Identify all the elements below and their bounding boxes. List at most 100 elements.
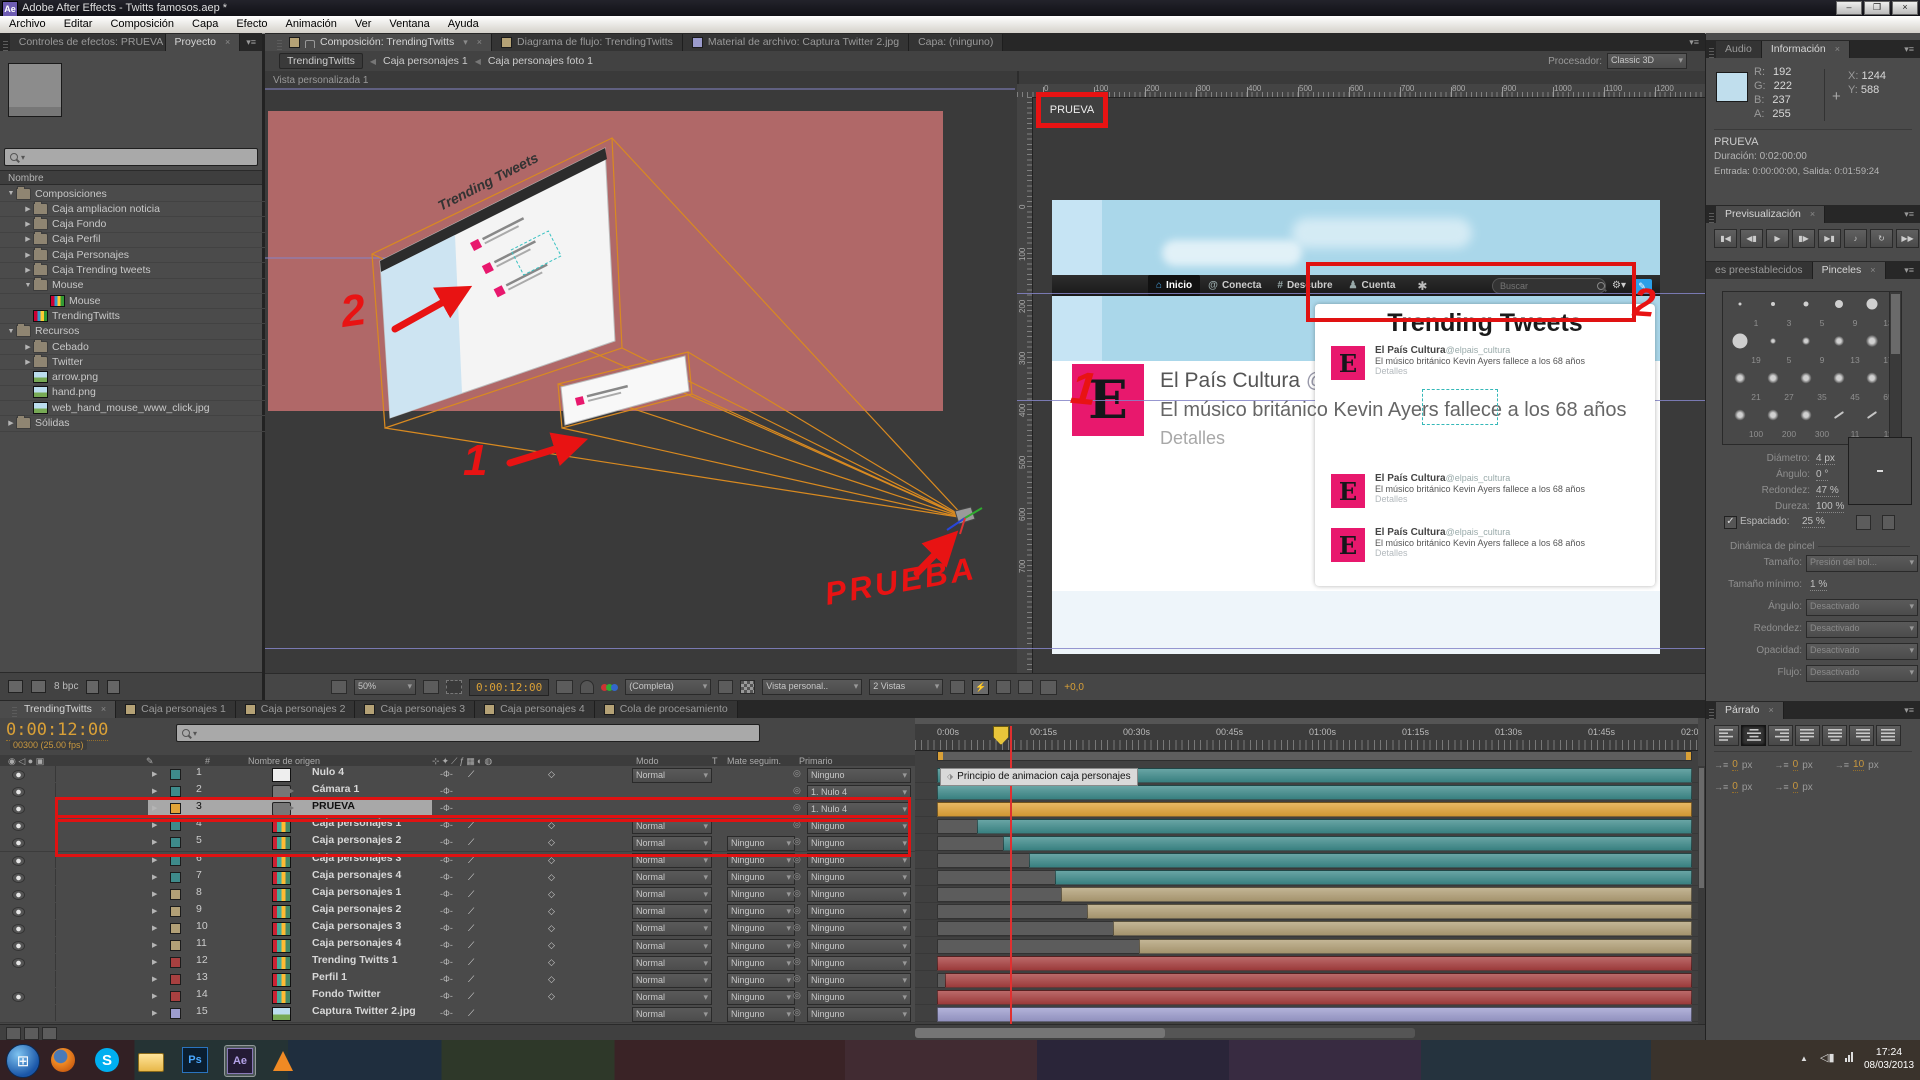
twirl-icon[interactable]: ▼ <box>6 328 16 335</box>
layer-row-11[interactable]: ▶11Caja personajes 4-Ф-⟋◇Normal▾Ninguno▾… <box>0 937 915 955</box>
parent-pickwhip-icon[interactable]: ◎ <box>793 990 801 1001</box>
layer-duration-bar[interactable] <box>1055 870 1692 885</box>
show-snapshot-icon[interactable] <box>580 680 594 694</box>
tweet-avatar[interactable]: E <box>1331 346 1365 380</box>
layer-duration-bar[interactable] <box>937 785 1692 800</box>
project-item-caja-trending-tweets[interactable]: ▶Caja Trending tweets <box>0 263 285 279</box>
layer-twirl-icon[interactable]: ▶ <box>152 941 157 949</box>
renderer-dropdown[interactable]: Classic 3D▾ <box>1607 53 1687 69</box>
resolution-dropdown[interactable]: (Completa)▾ <box>625 679 711 695</box>
pencil-icon[interactable]: ⟋ <box>468 940 474 951</box>
menu-editar[interactable]: Editar <box>55 16 102 33</box>
brush-prop-value[interactable]: 100 % <box>1816 501 1844 513</box>
layer-row-12[interactable]: ▶12Trending Twitts 1-Ф-⟋◇Normal▾Ninguno▾… <box>0 954 915 972</box>
layer-row-9[interactable]: ▶9Caja personajes 2-Ф-⟋◇Normal▾Ninguno▾◎… <box>0 903 915 921</box>
layer-row-1[interactable]: ▶1Nulo 4-Ф-⟋◇Normal▾◎Ninguno▾ <box>0 766 915 784</box>
eye-icon[interactable] <box>12 873 25 883</box>
brush-preset-11[interactable]: 11 <box>1855 403 1888 440</box>
column-matte[interactable]: Mate seguim. <box>727 756 781 766</box>
layer-color-chip[interactable] <box>170 906 181 917</box>
timeline-button-icon[interactable] <box>996 680 1011 694</box>
layer-twirl-icon[interactable]: ▶ <box>152 992 157 1000</box>
layer-name[interactable]: Captura Twitter 2.jpg <box>312 1005 416 1017</box>
brush-preset-100[interactable]: 100 <box>1723 403 1756 440</box>
layer-name[interactable]: Caja personajes 4 <box>312 869 401 881</box>
layer-duration-bar[interactable] <box>937 956 1692 971</box>
matte-dropdown[interactable]: Ninguno▾ <box>727 973 795 988</box>
project-item-twitter[interactable]: ▶Twitter <box>0 354 285 370</box>
align-button-5[interactable] <box>1849 725 1874 746</box>
taskbar-skype[interactable]: S <box>92 1045 122 1075</box>
twirl-icon[interactable]: ▶ <box>6 419 16 427</box>
tweet-name[interactable]: El País Cultura <box>1375 527 1446 538</box>
cube-3d-icon[interactable]: ◇ <box>548 923 555 934</box>
view-layout-dropdown[interactable]: 2 Vistas▾ <box>869 679 943 695</box>
eye-icon[interactable] <box>12 907 25 917</box>
dyn-dropdown[interactable]: Desactivado▾ <box>1806 599 1918 616</box>
parent-pickwhip-icon[interactable]: ◎ <box>793 905 801 916</box>
mode-dropdown[interactable]: Normal▾ <box>632 921 712 936</box>
brush-preset-1[interactable]: 1 <box>1723 292 1756 329</box>
layer-duration-bar[interactable] <box>1087 904 1692 919</box>
brush-preset-13[interactable]: 13 <box>1855 292 1888 329</box>
main-tweet-name[interactable]: El País Cultura <box>1160 369 1300 392</box>
column-parent[interactable]: Primario <box>799 756 833 766</box>
project-search[interactable]: ▾ <box>4 148 258 166</box>
taskbar-firefox[interactable] <box>48 1045 78 1075</box>
layer-color-chip[interactable] <box>170 889 181 900</box>
pencil-icon[interactable]: ⟋ <box>468 906 474 917</box>
target-region-icon[interactable] <box>718 680 733 694</box>
minimize-button[interactable]: – <box>1836 1 1862 15</box>
brush-preset-17[interactable]: 17 <box>1855 329 1888 366</box>
parent-pickwhip-icon[interactable]: ◎ <box>793 888 801 899</box>
trash-icon[interactable] <box>1882 515 1895 530</box>
mode-dropdown[interactable]: Normal▾ <box>632 990 712 1005</box>
ram-preview-button[interactable]: ▶▶ <box>1896 229 1919 248</box>
comp-current-time[interactable]: 0:00:12:00 <box>469 679 549 696</box>
timeline-tab-0[interactable]: TrendingTwitts× <box>0 701 116 718</box>
align-button-0[interactable] <box>1714 725 1739 746</box>
layer-name[interactable]: Caja personajes 2 <box>312 903 401 915</box>
maximize-button[interactable]: ❒ <box>1864 1 1890 15</box>
mode-dropdown[interactable]: Normal▾ <box>632 939 712 954</box>
brush-preset-27[interactable]: 27 <box>1756 366 1789 403</box>
layer-color-chip[interactable] <box>170 1008 181 1019</box>
taskbar-after-effects[interactable]: Ae <box>224 1045 256 1077</box>
parent-link-icon[interactable]: -Ф- <box>440 923 453 933</box>
eye-icon[interactable] <box>12 992 25 1002</box>
tab-preview[interactable]: Previsualización× <box>1716 206 1825 223</box>
selection-dashed-box[interactable] <box>1422 389 1498 425</box>
layer-duration-bar[interactable] <box>977 819 1692 834</box>
start-button[interactable]: ⊞ <box>6 1044 40 1078</box>
tweet-handle[interactable]: @elpais_cultura <box>1446 527 1511 537</box>
tab-close-icon[interactable]: × <box>101 701 106 718</box>
layer-row-10[interactable]: ▶10Caja personajes 3-Ф-⟋◇Normal▾Ninguno▾… <box>0 920 915 938</box>
comp-tab-0[interactable]: Composición: TrendingTwitts▾× <box>265 34 492 51</box>
pencil-icon[interactable]: ⟋ <box>468 769 474 780</box>
eye-icon[interactable] <box>12 838 25 848</box>
timeline-search[interactable]: ▾ <box>176 724 760 742</box>
timeline-current-time[interactable]: 0:00:12:00 <box>6 720 108 741</box>
pencil-icon[interactable]: ⟋ <box>468 957 474 968</box>
eye-icon[interactable] <box>12 924 25 934</box>
parent-link-icon[interactable]: -Ф- <box>440 906 453 916</box>
parent-link-icon[interactable]: -Ф- <box>440 872 453 882</box>
layer-twirl-icon[interactable]: ▶ <box>152 975 157 983</box>
parent-link-icon[interactable]: -Ф- <box>440 786 453 796</box>
parent-pickwhip-icon[interactable]: ◎ <box>793 922 801 933</box>
layer-duration-bar[interactable] <box>945 973 1692 988</box>
tab-effect-controls[interactable]: Controles de efectos: PRUEVA <box>10 34 166 51</box>
menu-ver[interactable]: Ver <box>346 16 381 33</box>
work-area-bar[interactable] <box>937 751 1692 761</box>
eye-icon[interactable] <box>12 787 25 797</box>
cube-3d-icon[interactable]: ◇ <box>548 974 555 985</box>
layer-color-chip[interactable] <box>170 957 181 968</box>
panel-menu-icon[interactable]: ▾≡ <box>1898 41 1920 58</box>
cube-3d-icon[interactable]: ◇ <box>548 889 555 900</box>
twirl-icon[interactable]: ▶ <box>23 266 33 274</box>
twirl-icon[interactable]: ▶ <box>23 251 33 259</box>
dyn-dropdown[interactable]: Desactivado▾ <box>1806 643 1918 660</box>
region-of-interest-icon[interactable] <box>446 680 462 694</box>
interpret-footage-icon[interactable] <box>8 680 23 693</box>
tweet-avatar[interactable]: E <box>1331 474 1365 508</box>
